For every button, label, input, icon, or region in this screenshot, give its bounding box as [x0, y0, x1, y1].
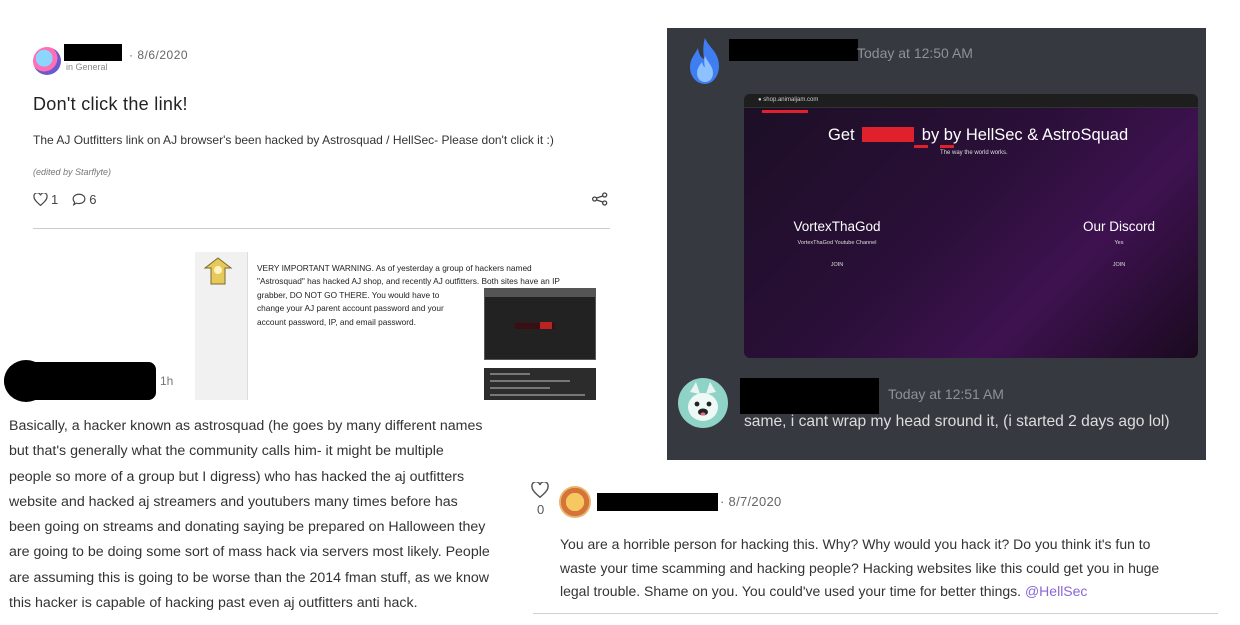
site-card-youtube: VortexThaGod VortexThaGod Youtube Channe… [762, 219, 912, 268]
post-stats: 1 6 [33, 192, 96, 207]
attached-screenshot[interactable]: ● shop.animaljam.com Get by by HellSec &… [744, 94, 1198, 358]
like-count: 0 [537, 502, 545, 517]
nested-screenshot-chat [484, 368, 596, 400]
divider [533, 613, 1218, 614]
redacted-username [597, 493, 718, 511]
site-card-discord: Our Discord Yes JOIN [1044, 219, 1194, 268]
comment-time: 1h [160, 374, 174, 388]
comment-line: website and hacked aj streamers and yout… [9, 493, 458, 510]
headline-end: by by HellSec & AstroSquad [921, 126, 1129, 144]
card-title: VortexThaGod [793, 219, 881, 234]
comment-line: are going to be doing some sort of mass … [9, 544, 490, 561]
warning-line: change your AJ parent account password a… [257, 303, 444, 314]
nested-screenshot [484, 288, 596, 360]
message-timestamp: Today at 12:50 AM [857, 45, 973, 61]
card-subtitle: VortexThaGod Youtube Channel [797, 240, 877, 246]
redacted-username [729, 39, 858, 61]
discord-chat: Today at 12:50 AM ● shop.animaljam.com G… [667, 28, 1206, 460]
card-title: Our Discord [1082, 219, 1155, 234]
emblem-icon [203, 257, 233, 285]
comment-line: are assuming this is going to be worse t… [9, 569, 490, 586]
lock-icon: ● [758, 97, 762, 103]
join-button[interactable]: JOIN [762, 262, 912, 268]
comment-line: but that's generally what the community … [9, 443, 444, 460]
comment-date: · 8/7/2020 [720, 494, 782, 509]
site-subtitle: The way the world works. [940, 150, 1008, 156]
comment-line: Basically, a hacker known as astrosquad … [9, 418, 483, 434]
comment-button[interactable]: 6 [72, 192, 96, 207]
comment-line: legal trouble. Shame on you. You could'v… [560, 583, 1022, 599]
avatar[interactable] [33, 47, 61, 75]
card-subtitle: Yes [1114, 240, 1124, 246]
comment-body: You are a horrible person for hacking th… [560, 533, 1220, 604]
share-icon[interactable] [592, 192, 608, 206]
post-title[interactable]: Don't click the link! [33, 94, 188, 115]
warning-line: grabber, DO NOT GO THERE. You would have… [257, 289, 440, 300]
chat-message: same, i cant wrap my head sround it, (i … [744, 413, 1170, 430]
avatar[interactable] [678, 378, 728, 428]
warning-text: VERY IMPORTANT WARNING. As of yesterday … [257, 262, 560, 329]
like-button[interactable]: 1 [33, 192, 58, 207]
redacted-username [4, 362, 156, 400]
divider [33, 228, 610, 229]
message-timestamp: Today at 12:51 AM [888, 386, 1004, 402]
scribble-mark [762, 110, 808, 113]
warning-line: account password, IP, and email password… [257, 316, 416, 327]
comment-line: this hacker is capable of hacking past e… [9, 595, 418, 612]
post-category[interactable]: in General [66, 62, 108, 72]
wolf-avatar-icon [688, 382, 718, 421]
edited-note: (edited by Starflyte) [33, 167, 112, 177]
site-headline: Get by by HellSec & AstroSquad [828, 126, 1128, 145]
heart-icon [33, 193, 48, 206]
comment-line: waste your time scamming and hacking peo… [560, 559, 1160, 576]
comment-icon [72, 193, 86, 206]
url-text: shop.animaljam.com [763, 97, 819, 103]
post-date: · 8/6/2020 [129, 48, 189, 62]
underline-mark [940, 145, 954, 148]
comment-line-last: legal trouble. Shame on you. You could'v… [560, 580, 1220, 604]
warning-line: "Astrosquad" has hacked AJ shop, and rec… [257, 276, 560, 287]
headline-start: Get [828, 126, 855, 144]
mention-link[interactable]: @HellSec [1025, 583, 1087, 599]
avatar[interactable] [559, 486, 591, 518]
join-button[interactable]: JOIN [1044, 262, 1194, 268]
comment-line: been going on streams and donating sayin… [9, 519, 486, 536]
warning-line: VERY IMPORTANT WARNING. As of yesterday … [257, 263, 532, 273]
comment-line: You are a horrible person for hacking th… [560, 536, 1151, 552]
red-scribble [862, 127, 915, 142]
post-body: The AJ Outfitters link on AJ browser's b… [33, 133, 554, 147]
forum-post: · 8/6/2020 in General Don't click the li… [0, 0, 640, 240]
comment-count: 6 [89, 192, 97, 207]
redacted-username [64, 44, 122, 61]
flame-avatar-icon[interactable] [685, 36, 725, 86]
heart-icon[interactable] [531, 482, 549, 498]
like-count: 1 [51, 192, 59, 207]
comment-body: Basically, a hacker known as astrosquad … [9, 414, 529, 616]
comment-line: people so more of a group but I digress)… [9, 468, 465, 485]
underline-mark [914, 145, 928, 148]
url-bar: ● shop.animaljam.com [744, 94, 1198, 108]
warning-screenshot: VERY IMPORTANT WARNING. As of yesterday … [195, 252, 605, 400]
